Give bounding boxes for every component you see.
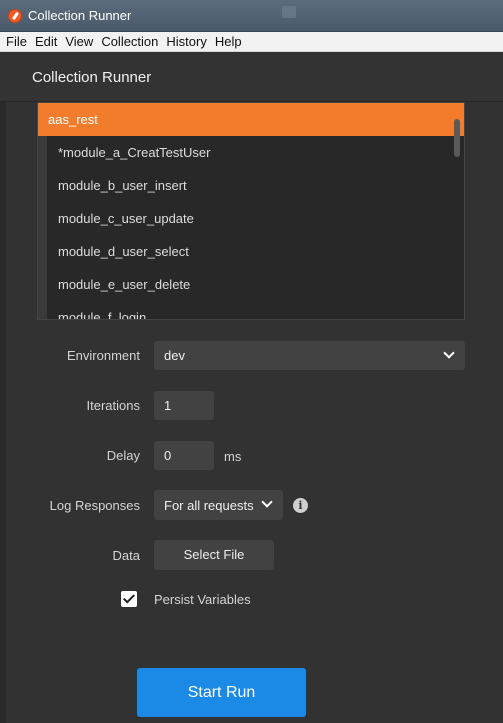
persist-variables-label: Persist Variables (154, 592, 251, 607)
environment-select[interactable]: dev (154, 341, 465, 370)
menu-collection[interactable]: Collection (101, 34, 158, 49)
data-label: Data (112, 548, 140, 563)
window-titlebar: Collection Runner (0, 0, 503, 32)
log-responses-value: For all requests (164, 498, 254, 513)
menubar: File Edit View Collection History Help (0, 32, 503, 52)
collection-list[interactable]: aas_rest *module_a_CreatTestUser module_… (37, 102, 465, 320)
menu-view[interactable]: View (65, 34, 93, 49)
log-responses-select[interactable]: For all requests (154, 490, 283, 520)
persist-variables-checkbox[interactable] (121, 591, 137, 607)
environment-label: Environment (67, 348, 140, 363)
chevron-down-icon (443, 347, 455, 359)
page-title: Collection Runner (32, 69, 152, 86)
list-item[interactable]: module_c_user_update (38, 202, 464, 235)
delay-input[interactable]: 0 (154, 441, 214, 470)
collection-scrollbar[interactable] (454, 119, 460, 157)
list-item[interactable]: module_d_user_select (38, 235, 464, 268)
runner-header: Collection Runner (0, 52, 503, 102)
window-title: Collection Runner (28, 8, 132, 23)
log-responses-label: Log Responses (49, 498, 140, 513)
postman-logo-icon (8, 9, 22, 23)
list-item[interactable]: *module_a_CreatTestUser (38, 136, 464, 169)
select-file-button[interactable]: Select File (154, 540, 274, 570)
list-item[interactable]: module_b_user_insert (38, 169, 464, 202)
list-item[interactable]: module_f_login (38, 301, 464, 319)
info-icon[interactable]: i (293, 498, 308, 513)
menu-history[interactable]: History (166, 34, 206, 49)
list-item[interactable]: module_e_user_delete (38, 268, 464, 301)
collection-item-selected[interactable]: aas_rest (38, 103, 464, 136)
environment-value: dev (164, 348, 185, 363)
iterations-input[interactable]: 1 (154, 391, 214, 420)
iterations-label: Iterations (86, 398, 140, 413)
menu-edit[interactable]: Edit (35, 34, 57, 49)
delay-unit: ms (224, 449, 242, 464)
delay-label: Delay (106, 448, 140, 463)
decoration-icon (282, 6, 296, 18)
chevron-down-icon (261, 496, 273, 508)
menu-file[interactable]: File (6, 34, 27, 49)
menu-help[interactable]: Help (215, 34, 242, 49)
start-run-button[interactable]: Start Run (137, 668, 306, 717)
tree-indent-line (38, 136, 47, 319)
